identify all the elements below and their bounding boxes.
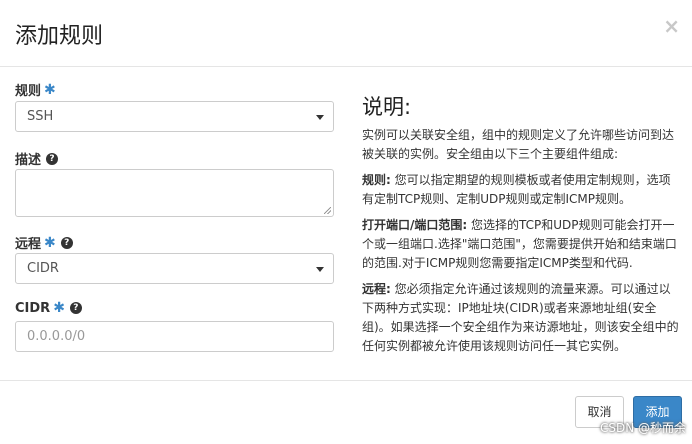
description-textarea[interactable]	[15, 169, 334, 217]
remote-select-value: CIDR	[27, 261, 59, 276]
cidr-label: CIDR ✱ ?	[15, 300, 82, 316]
watermark: CSDN @秒而余	[599, 421, 686, 435]
help-icon[interactable]: ?	[69, 302, 82, 314]
help-rule-title: 规则:	[362, 173, 391, 187]
caret-down-icon	[316, 115, 324, 120]
description-label: 描述 ?	[15, 149, 59, 168]
required-icon: ✱	[44, 81, 56, 98]
help-icon[interactable]: ?	[46, 152, 59, 165]
dialog-body: 规则 ✱ SSH 描述 ? 远程 ✱ ? CIDR CIDR ✱ ? 0.0.0…	[0, 67, 692, 380]
required-icon: ✱	[44, 234, 56, 251]
dialog-header: 添加规则 ×	[0, 0, 692, 67]
rule-label-text: 规则	[15, 84, 42, 99]
close-icon[interactable]: ×	[663, 14, 680, 38]
help-remote-title: 远程:	[362, 282, 391, 296]
help-remote-paragraph: 远程: 您必须指定允许通过该规则的流量来源。可以通过以下两种方式实现：IP地址块…	[362, 280, 682, 356]
rule-select[interactable]: SSH	[15, 101, 334, 132]
dialog-title: 添加规则	[15, 24, 104, 49]
remote-select[interactable]: CIDR	[15, 253, 334, 284]
rule-select-value: SSH	[27, 109, 54, 124]
rule-label: 规则 ✱	[15, 80, 56, 100]
cidr-placeholder: 0.0.0.0/0	[27, 329, 86, 344]
help-port-paragraph: 打开端口/端口范围: 您选择的TCP和UDP规则可能会打开一个或一组端口.选择"…	[362, 216, 682, 273]
help-remote-text: 您必须指定允许通过该规则的流量来源。可以通过以下两种方式实现：IP地址块(CID…	[362, 282, 679, 353]
description-label-text: 描述	[15, 153, 42, 168]
help-heading: 说明:	[362, 95, 412, 119]
remote-label-text: 远程	[15, 237, 42, 252]
help-panel: 说明: 实例可以关联安全组，组中的规则定义了允许哪些访问到达被关联的实例。安全组…	[362, 95, 682, 363]
help-rule-text: 您可以指定期望的规则模板或者使用定制规则，选项有定制TCP规则、定制UDP规则或…	[362, 173, 671, 206]
cidr-input[interactable]: 0.0.0.0/0	[15, 321, 334, 352]
caret-down-icon	[316, 267, 324, 272]
add-rule-dialog: 添加规则 × 规则 ✱ SSH 描述 ? 远程 ✱ ? CIDR CIDR ✱ …	[0, 0, 692, 444]
cidr-label-text: CIDR	[15, 300, 51, 316]
help-intro: 实例可以关联安全组，组中的规则定义了允许哪些访问到达被关联的实例。安全组由以下三…	[362, 128, 675, 161]
help-rule-paragraph: 规则: 您可以指定期望的规则模板或者使用定制规则，选项有定制TCP规则、定制UD…	[362, 171, 682, 209]
resize-grip-icon[interactable]	[324, 207, 331, 214]
dialog-footer: 取消 添加 CSDN @秒而余	[0, 380, 692, 444]
help-port-title: 打开端口/端口范围:	[362, 218, 468, 232]
help-icon[interactable]: ?	[60, 236, 73, 249]
required-icon: ✱	[53, 300, 65, 316]
remote-label: 远程 ✱ ?	[15, 233, 73, 252]
